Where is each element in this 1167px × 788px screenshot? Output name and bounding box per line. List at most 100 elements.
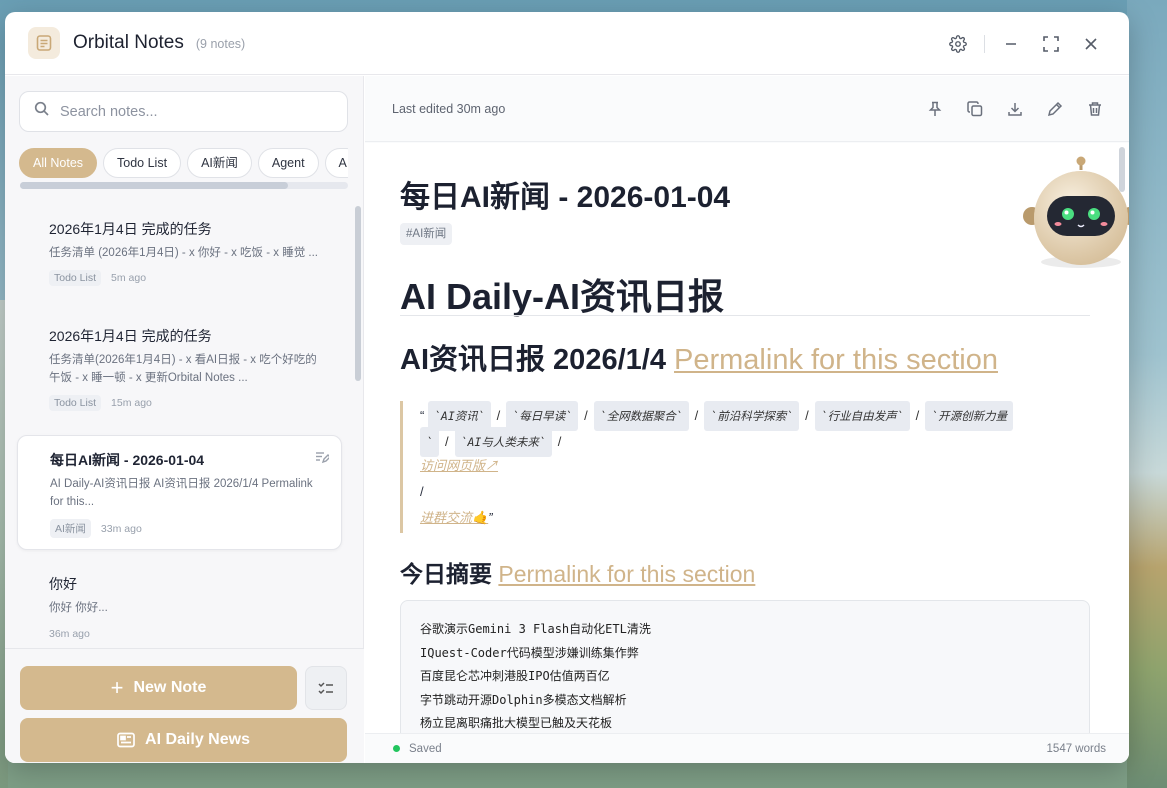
permalink-link[interactable]: Permalink for this section	[674, 344, 998, 376]
code-line: 谷歌演示Gemini 3 Flash自动化ETL清洗	[420, 622, 651, 636]
status-bar: Saved 1547 words	[365, 733, 1129, 763]
ai-daily-news-label: AI Daily News	[145, 731, 250, 748]
sidebar-actions: + New Note AI Daily News	[5, 648, 364, 763]
separator: /	[557, 434, 562, 449]
trash-icon[interactable]	[1081, 95, 1109, 123]
blockquote-line: /	[420, 479, 1090, 505]
edit-note-icon[interactable]	[315, 450, 331, 469]
code-line: IQuest-Coder代码模型涉嫌训练集作弊	[420, 645, 639, 660]
list-item[interactable]: 你好 你好 你好... 36m ago	[17, 574, 342, 640]
save-status: Saved	[409, 742, 442, 755]
pin-icon[interactable]	[921, 95, 949, 123]
note-title: 每日AI新闻 - 2026-01-04	[50, 452, 205, 468]
ai-daily-news-button[interactable]: AI Daily News	[20, 718, 347, 762]
search-input[interactable]	[60, 103, 330, 120]
saved-status-dot	[393, 745, 400, 752]
filter-chips: All Notes Todo List AI新闻 Agent A	[19, 148, 348, 180]
web-version-link[interactable]: 访问网页版↗	[420, 458, 498, 473]
blockquote: “ `AI资讯` / `每日早读` / `全网数据聚合` / `前沿科学探索` / `行业自由发…	[400, 401, 1090, 533]
separator: /	[496, 408, 501, 423]
notes-list: 2026年1月4日 完成的任务 任务清单 (2026年1月4日) - x 你好 …	[5, 200, 364, 648]
maximize-icon[interactable]	[1037, 30, 1065, 58]
settings-gear-icon[interactable]	[944, 30, 972, 58]
search-box[interactable]	[19, 91, 348, 132]
chips-scrollbar[interactable]	[20, 182, 348, 189]
note-count: (9 notes)	[195, 37, 246, 51]
separator: /	[694, 408, 699, 423]
inline-code: `全网数据聚合`	[593, 401, 689, 431]
title-bar: Orbital Notes (9 notes)	[5, 12, 1129, 75]
document-heading: AI Daily-AI资讯日报	[400, 276, 725, 317]
permalink-link[interactable]: Permalink for this section	[498, 561, 755, 587]
chip-more[interactable]: A	[324, 148, 348, 178]
note-title-heading: 每日AI新闻 - 2026-01-04	[400, 181, 731, 214]
note-hashtag[interactable]: #AI新闻	[400, 223, 453, 245]
content-scrollbar[interactable]	[1119, 147, 1125, 192]
download-icon[interactable]	[1001, 95, 1029, 123]
search-icon	[34, 101, 50, 122]
separator: /	[915, 408, 920, 423]
list-item-selected[interactable]: 每日AI新闻 - 2026-01-04 AI Daily-AI资讯日报 AI资讯…	[17, 435, 342, 550]
section-heading-text: AI资讯日报 2026/1/4	[400, 344, 666, 376]
note-title: 2026年1月4日 完成的任务	[49, 328, 212, 344]
chip-agent[interactable]: Agent	[257, 148, 319, 178]
note-tag: Todo List	[49, 270, 102, 286]
copy-icon[interactable]	[961, 95, 989, 123]
edit-pencil-icon[interactable]	[1041, 95, 1069, 123]
chip-todo-list[interactable]: Todo List	[103, 148, 182, 178]
summary-heading: 今日摘要 Permalink for this section	[400, 555, 755, 589]
minimize-icon[interactable]	[997, 30, 1025, 58]
section-heading: AI资讯日报 2026/1/4 Permalink for this secti…	[400, 336, 998, 378]
app-window: Orbital Notes (9 notes) Al	[5, 12, 1129, 763]
checklist-icon	[318, 682, 333, 695]
note-snippet: 你好 你好...	[49, 602, 108, 614]
join-group-link[interactable]: 进群交流🤙	[420, 510, 488, 525]
note-time: 36m ago	[49, 628, 90, 640]
close-quote: ”	[488, 510, 493, 525]
notes-list-scrollbar[interactable]	[355, 206, 361, 381]
inline-code: `行业自由发声`	[814, 401, 910, 431]
app-title: Orbital Notes	[73, 32, 184, 53]
plus-icon: +	[110, 675, 124, 700]
robot-mascot-icon[interactable]	[1021, 156, 1129, 272]
new-note-button[interactable]: + New Note	[20, 666, 297, 710]
separator: /	[444, 434, 449, 449]
checklist-button[interactable]	[305, 666, 347, 710]
editor-toolbar: Last edited 30m ago	[365, 76, 1129, 142]
note-snippet: AI Daily-AI资讯日报 AI资讯日报 2026/1/4 Permalin…	[50, 478, 313, 508]
sidebar: All NotesTodo ListAI新闻AgentA 2026年1月4日 完…	[5, 76, 364, 763]
chip-ai-news[interactable]: AI新闻	[187, 148, 252, 178]
note-tag: AI新闻	[50, 519, 91, 538]
note-time: 5m ago	[111, 272, 147, 284]
blockquote-line: 进群交流🤙”	[420, 505, 1090, 531]
separator: /	[805, 408, 809, 423]
note-time: 33m ago	[100, 522, 142, 535]
inline-code: `开源创新力量	[925, 401, 1014, 431]
note-tag: Todo List	[49, 395, 102, 411]
note-time: 15m ago	[111, 397, 152, 409]
new-note-label: New Note	[133, 679, 207, 696]
summary-heading-text: 今日摘要	[400, 561, 492, 587]
separator: /	[420, 484, 424, 499]
word-count: 1547 words	[1046, 743, 1106, 755]
separator: /	[584, 408, 588, 423]
chips-scrollbar-thumb[interactable]	[20, 182, 288, 189]
divider	[984, 35, 985, 53]
note-title: 2026年1月4日 完成的任务	[49, 221, 212, 237]
code-line: 字节跳动开源Dolphin多模态文档解析	[420, 692, 627, 707]
code-line: 百度昆仑芯冲刺港股IPO估值两百亿	[420, 669, 610, 683]
note-snippet: 任务清单 (2026年1月4日) - x 你好 - x 吃饭 - x 睡觉 ..…	[49, 247, 319, 259]
chip-all-notes[interactable]: All Notes	[19, 148, 98, 178]
list-item[interactable]: 2026年1月4日 完成的任务 任务清单(2026年1月4日) - x 看AI日…	[17, 326, 342, 411]
app-logo-icon	[28, 27, 60, 59]
newspaper-icon	[117, 732, 135, 748]
last-edited-label: Last edited 30m ago	[392, 101, 506, 116]
blockquote-line: “ `AI资讯` / `每日早读` / `全网数据聚合` / `前沿科学探索` / `行业自由发…	[420, 401, 1090, 431]
desktop-background-right	[1127, 0, 1167, 788]
code-block: 谷歌演示Gemini 3 Flash自动化ETL清洗 IQuest-Coder代…	[400, 600, 1090, 733]
inline-code: `前沿科学探索`	[704, 401, 800, 431]
list-item[interactable]: 2026年1月4日 完成的任务 任务清单 (2026年1月4日) - x 你好 …	[17, 219, 342, 286]
close-icon[interactable]	[1077, 30, 1105, 58]
note-snippet: 任务清单(2026年1月4日) - x 看AI日报 - x 吃个好吃的午饭 - …	[49, 354, 317, 384]
note-content[interactable]: 每日AI新闻 - 2026-01-04 #AI新闻 AI Daily-AI资讯日…	[365, 143, 1129, 733]
